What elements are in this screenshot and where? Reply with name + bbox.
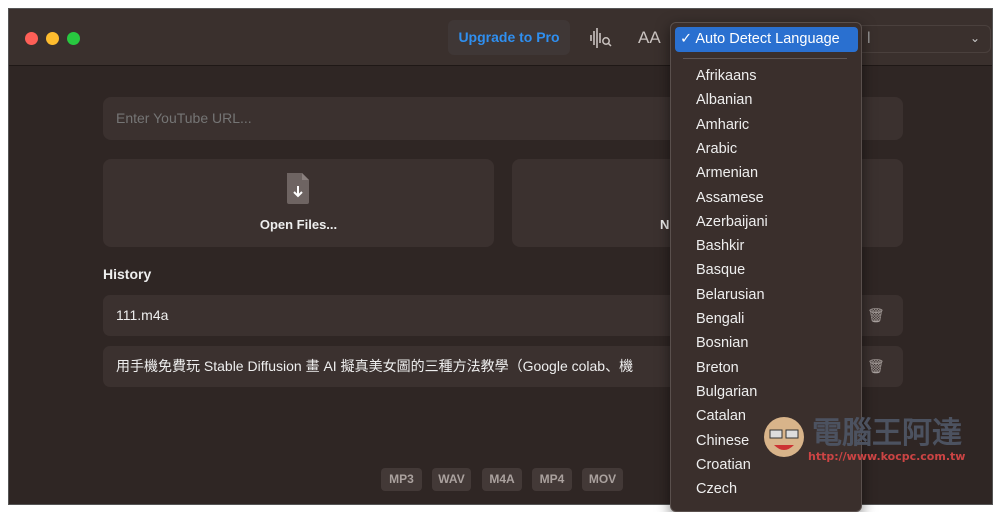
menu-item-language[interactable]: Croatian bbox=[696, 457, 751, 473]
format-chip: M4A bbox=[482, 468, 522, 491]
menu-item-language[interactable]: Assamese bbox=[696, 190, 764, 206]
upgrade-to-pro-button[interactable]: Upgrade to Pro bbox=[448, 20, 570, 55]
chevron-down-icon: ⌄ bbox=[969, 31, 980, 45]
minimize-button[interactable] bbox=[46, 32, 59, 45]
menu-item-language[interactable]: Chinese bbox=[696, 433, 749, 449]
history-title: History bbox=[103, 266, 152, 282]
open-files-label: Open Files... bbox=[259, 217, 338, 232]
font-size-button[interactable]: AA bbox=[638, 28, 661, 48]
open-files-button[interactable]: Open Files... bbox=[103, 159, 494, 247]
menu-item-language[interactable]: Azerbaijani bbox=[696, 214, 768, 230]
format-chip: WAV bbox=[432, 468, 471, 491]
svg-text:電腦王阿達: 電腦王阿達 bbox=[812, 416, 962, 451]
menu-item-label: Auto Detect Language bbox=[695, 31, 840, 47]
menu-item-language[interactable]: Czech bbox=[696, 481, 737, 497]
menu-item-language[interactable]: Belarusian bbox=[696, 287, 765, 303]
menu-item-language[interactable]: Albanian bbox=[696, 92, 752, 108]
format-chip: MP4 bbox=[532, 468, 572, 491]
menu-item-language[interactable]: Bengali bbox=[696, 311, 744, 327]
waveform-search-icon[interactable] bbox=[589, 27, 613, 53]
menu-item-language[interactable]: Bulgarian bbox=[696, 384, 757, 400]
watermark-logo: 電腦王阿達 http://www.kocpc.com.tw bbox=[760, 405, 970, 470]
menu-item-language[interactable]: Armenian bbox=[696, 165, 758, 181]
menu-item-language[interactable]: Afrikaans bbox=[696, 68, 756, 84]
svg-text:http://www.kocpc.com.tw: http://www.kocpc.com.tw bbox=[808, 450, 965, 463]
menu-item-language[interactable]: Catalan bbox=[696, 408, 746, 424]
menu-item-language[interactable]: Basque bbox=[696, 262, 745, 278]
menu-item-language[interactable]: Arabic bbox=[696, 141, 737, 157]
file-download-icon bbox=[285, 171, 311, 210]
format-chip: MP3 bbox=[381, 468, 422, 491]
trash-icon[interactable]: 🗑 bbox=[867, 307, 885, 324]
format-chip: MOV bbox=[582, 468, 623, 491]
menu-item-language[interactable]: Amharic bbox=[696, 117, 749, 133]
trash-icon[interactable]: 🗑 bbox=[867, 358, 885, 375]
menu-item-language[interactable]: Bosnian bbox=[696, 335, 748, 351]
history-item-name: 111.m4a bbox=[116, 307, 169, 323]
checkmark-icon: ✓ bbox=[680, 31, 696, 47]
second-action-label: N bbox=[660, 217, 670, 232]
menu-item-language[interactable]: Bashkir bbox=[696, 238, 744, 254]
zoom-button[interactable] bbox=[67, 32, 80, 45]
menu-item-language[interactable]: Breton bbox=[696, 360, 739, 376]
popup-text-fragment: l bbox=[867, 30, 871, 47]
history-item-name: 用手機免費玩 Stable Diffusion 畫 AI 擬真美女圖的三種方法教… bbox=[116, 358, 634, 374]
menu-separator bbox=[683, 58, 847, 59]
close-button[interactable] bbox=[25, 32, 38, 45]
menu-item-auto-detect[interactable]: ✓ Auto Detect Language bbox=[675, 27, 858, 52]
